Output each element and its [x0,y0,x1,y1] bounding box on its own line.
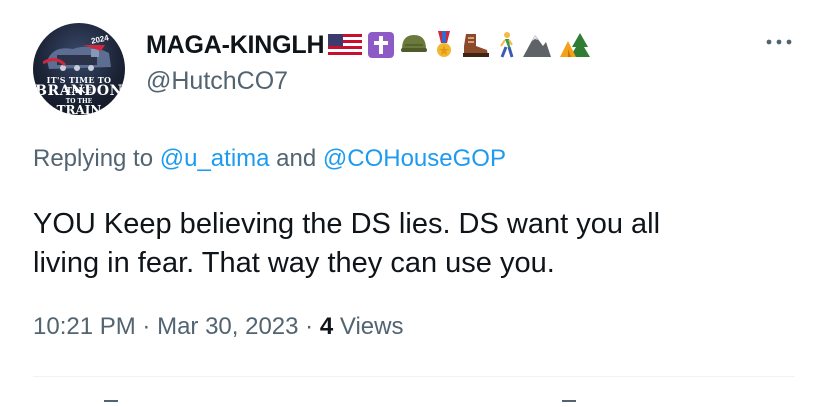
tweet-time[interactable]: 10:21 PM [33,313,136,340]
tweet-meta: 10:21 PM · Mar 30, 2023 · 4 Views [33,313,403,341]
mention-link-2[interactable]: @COHouseGOP [323,145,506,172]
meta-separator-1: · [142,313,151,340]
more-horizontal-icon [766,39,792,45]
person-walking-icon [500,32,514,58]
replying-to-conjunction: and [276,145,317,172]
avatar[interactable]: 2024 IT'S TIME TO TAKE BRANDON TO THE TR… [33,23,125,115]
train-icon [43,45,111,71]
tweet-text-line-2: living in fear. That way they can use yo… [33,247,555,279]
hiking-boot-icon [463,34,490,57]
avatar-banner-bottom: TRAIN STATION [56,103,102,115]
views-label: Views [339,313,404,340]
avatar-banner-main: BRANDON [35,83,123,99]
action-icon-peek [562,400,576,407]
replying-to-line: Replying to @u_atima and @COHouseGOP [33,145,506,173]
views-count: 4 [319,313,334,340]
tweet-date[interactable]: Mar 30, 2023 [157,313,298,340]
action-icon-peek [104,400,118,407]
tweet-text: YOU Keep believing the DS lies. DS want … [33,205,793,283]
replying-to-prefix: Replying to [33,145,154,172]
tweet-text-line-1: YOU Keep believing the DS lies. DS want … [33,208,661,240]
author-name-row[interactable]: MAGA-KINGLH [146,30,591,60]
latin-cross-icon [368,32,395,58]
divider [33,376,795,377]
name-emoji-row [328,31,591,59]
mention-link-1[interactable]: @u_atima [160,145,270,172]
mountain-icon [523,35,552,57]
us-flag-icon [328,34,363,56]
military-medal-icon [437,31,452,57]
author-display-name[interactable]: MAGA-KINGLH [146,31,325,60]
camping-icon [560,33,591,57]
author-handle[interactable]: @HutchCO7 [146,67,288,96]
more-options-button[interactable] [764,32,794,52]
military-helmet-icon [401,35,428,52]
meta-separator-2: · [305,313,314,340]
